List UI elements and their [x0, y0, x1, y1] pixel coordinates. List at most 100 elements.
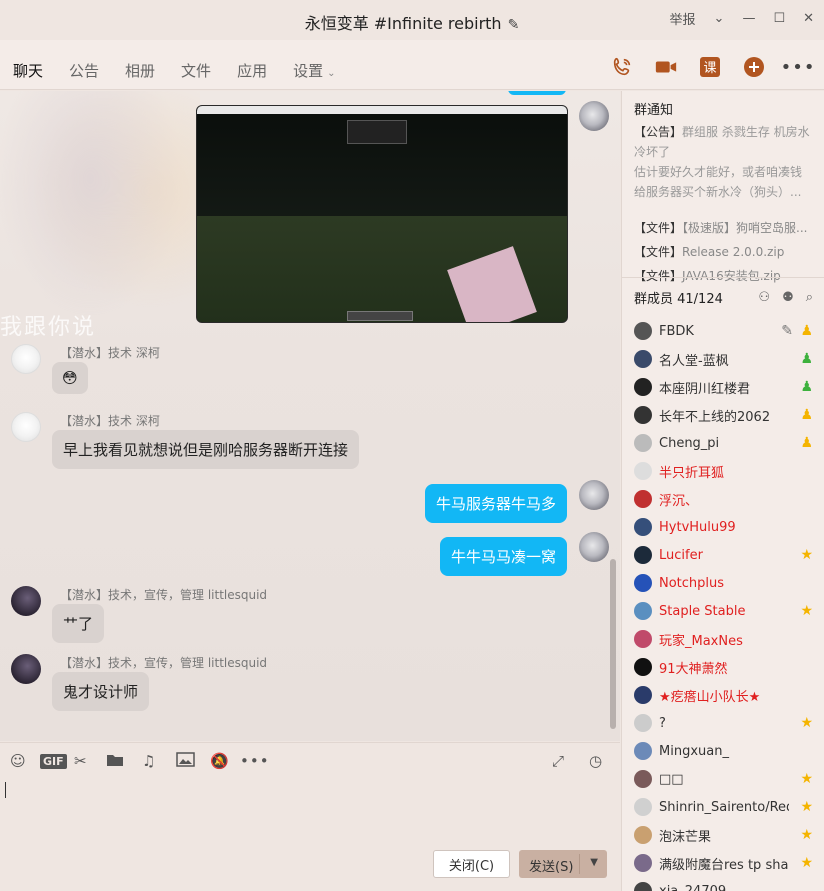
member-avatar — [634, 658, 652, 676]
tabs: 聊天 公告 相册 文件 应用 设置 ⌄ — [13, 60, 361, 93]
tab-files[interactable]: 文件 — [181, 60, 211, 81]
member-avatar — [634, 742, 652, 760]
close-icon[interactable]: ✕ — [803, 11, 814, 26]
member-item[interactable]: 半只折耳狐 — [622, 457, 824, 485]
search-icon[interactable]: ⌕ — [806, 290, 813, 305]
add-member-icon[interactable]: ⚉ — [782, 290, 794, 305]
member-item[interactable]: 本座阴川红楼君 ♟ — [622, 373, 824, 401]
message-bubble-self[interactable]: 牛牛马马凑一窝 — [439, 537, 567, 576]
maximize-icon[interactable]: ☐ — [773, 11, 785, 26]
member-item[interactable]: 91大神萧然 — [622, 653, 824, 681]
avatar[interactable] — [579, 101, 609, 131]
member-item[interactable]: Shinrin_Sairento/Reda ★ — [622, 793, 824, 821]
member-avatar — [634, 630, 652, 648]
tab-announcement[interactable]: 公告 — [69, 60, 99, 81]
member-item[interactable]: 满级附魔台res tp shang ★ — [622, 849, 824, 877]
member-name: Staple Stable — [659, 603, 746, 619]
history-clock-icon[interactable]: ◷ — [589, 752, 602, 770]
member-avatar — [634, 602, 652, 620]
chevron-down-icon: ⌄ — [327, 68, 336, 79]
member-item[interactable]: Mingxuan_ — [622, 737, 824, 765]
edit-icon[interactable]: ✎ — [781, 323, 793, 339]
member-avatar — [634, 686, 652, 704]
member-avatar — [634, 350, 652, 368]
gif-icon[interactable]: GIF — [40, 754, 67, 769]
member-item[interactable]: Notchplus — [622, 569, 824, 597]
phone-call-icon[interactable] — [610, 55, 634, 79]
input-toolbar: ☺ GIF ✂ ♫ 🔕 ••• ⤢ ◷ — [0, 742, 620, 778]
member-name: 浮沉、 — [659, 493, 699, 509]
members-group-icon[interactable]: ⚇ — [758, 290, 770, 305]
tab-chat[interactable]: 聊天 — [13, 60, 44, 93]
more-icon[interactable]: ••• — [781, 55, 815, 79]
scissors-icon[interactable]: ✂ — [74, 752, 87, 770]
member-avatar — [634, 714, 652, 732]
chevron-down-icon[interactable]: ⌄ — [714, 11, 725, 26]
member-item[interactable]: 泡沫芒果 ★ — [622, 821, 824, 849]
member-item[interactable]: Lucifer ★ — [622, 541, 824, 569]
member-name: 长年不上线的2062 — [659, 409, 771, 425]
tab-apps[interactable]: 应用 — [237, 60, 267, 81]
avatar[interactable] — [11, 654, 41, 684]
member-item[interactable]: HytvHulu99 — [622, 513, 824, 541]
report-link[interactable]: 举报 — [670, 9, 696, 28]
member-avatar — [634, 406, 652, 424]
member-item[interactable]: □□ ★ — [622, 765, 824, 793]
avatar[interactable] — [11, 344, 41, 374]
member-item[interactable]: ? ★ — [622, 709, 824, 737]
video-call-icon[interactable] — [654, 55, 678, 79]
mute-bell-icon[interactable]: 🔕 — [210, 752, 229, 770]
image-message[interactable] — [196, 105, 568, 323]
owner-badge-icon: ♟ — [800, 407, 813, 423]
folder-icon[interactable] — [106, 752, 124, 771]
image-icon[interactable] — [176, 752, 195, 771]
member-name: 本座阴川红楼君 — [659, 381, 751, 397]
send-button[interactable]: 发送(S) ▼ — [519, 850, 607, 878]
classroom-icon[interactable]: 课 — [698, 55, 722, 79]
avatar[interactable] — [579, 532, 609, 562]
minimize-icon[interactable]: — — [742, 11, 755, 26]
avatar[interactable] — [11, 586, 41, 616]
message-bubble[interactable]: 鬼才设计师 — [52, 672, 150, 711]
member-item[interactable]: xia_24709 — [622, 877, 824, 891]
tab-album[interactable]: 相册 — [125, 60, 155, 81]
message-bubble[interactable]: 艹了 — [52, 604, 105, 643]
member-avatar — [634, 322, 652, 340]
more-icon[interactable]: ••• — [240, 752, 270, 770]
chat-area[interactable]: 我跟你说 【潜水】技术 深柯 😳 【潜水】技术 深柯 早上我看见就想说但是刚哈服… — [0, 91, 620, 741]
member-item[interactable]: Staple Stable ★ — [622, 597, 824, 625]
member-item[interactable]: ★疙瘩山小队长★ — [622, 681, 824, 709]
notice-tag: 【公告】 — [634, 125, 683, 139]
member-name: □□ — [659, 771, 684, 787]
close-button[interactable]: 关闭(C) — [433, 850, 510, 878]
expand-icon[interactable]: ⤢ — [552, 752, 564, 770]
member-item[interactable]: Cheng_pi ♟ — [622, 429, 824, 457]
tab-bar: 聊天 公告 相册 文件 应用 设置 ⌄ 课 ••• — [0, 40, 824, 93]
member-avatar — [634, 798, 652, 816]
tab-settings[interactable]: 设置 ⌄ — [293, 60, 335, 81]
chat-scrollbar[interactable] — [610, 559, 616, 729]
member-item[interactable]: 名人堂-蓝枫 ♟ — [622, 345, 824, 373]
avatar[interactable] — [11, 412, 41, 442]
group-notice[interactable]: 群通知 【公告】群组服 杀戮生存 机房水冷坏了 估计要好久才能好，或者咱凑钱给服… — [622, 91, 824, 210]
member-name: HytvHulu99 — [659, 519, 736, 535]
member-item[interactable]: 玩家_MaxNes — [622, 625, 824, 653]
file-item[interactable]: 【文件】【极速版】狗哨空岛服... — [634, 216, 812, 240]
member-item[interactable]: 长年不上线的2062 ♟ — [622, 401, 824, 429]
message-bubble[interactable]: 😳 — [52, 362, 88, 394]
send-options-chevron-icon[interactable]: ▼ — [590, 857, 598, 868]
message-bubble[interactable]: 早上我看见就想说但是刚哈服务器断开连接 — [52, 430, 360, 469]
file-item[interactable]: 【文件】Release 2.0.0.zip — [634, 240, 812, 264]
member-item[interactable]: FBDK ✎ ♟ — [622, 317, 824, 345]
emoji-icon[interactable]: ☺ — [10, 752, 26, 770]
music-icon[interactable]: ♫ — [142, 752, 155, 770]
message-input[interactable]: 关闭(C) 发送(S) ▼ — [0, 778, 620, 891]
member-name: Mingxuan_ — [659, 743, 729, 759]
avatar[interactable] — [579, 480, 609, 510]
owner-badge-icon: ♟ — [800, 323, 813, 339]
message-bubble-self[interactable]: 牛马服务器牛马多 — [424, 484, 567, 523]
edit-icon[interactable]: ✎ — [508, 17, 520, 33]
add-chat-icon[interactable] — [742, 55, 766, 79]
member-avatar — [634, 546, 652, 564]
member-item[interactable]: 浮沉、 — [622, 485, 824, 513]
